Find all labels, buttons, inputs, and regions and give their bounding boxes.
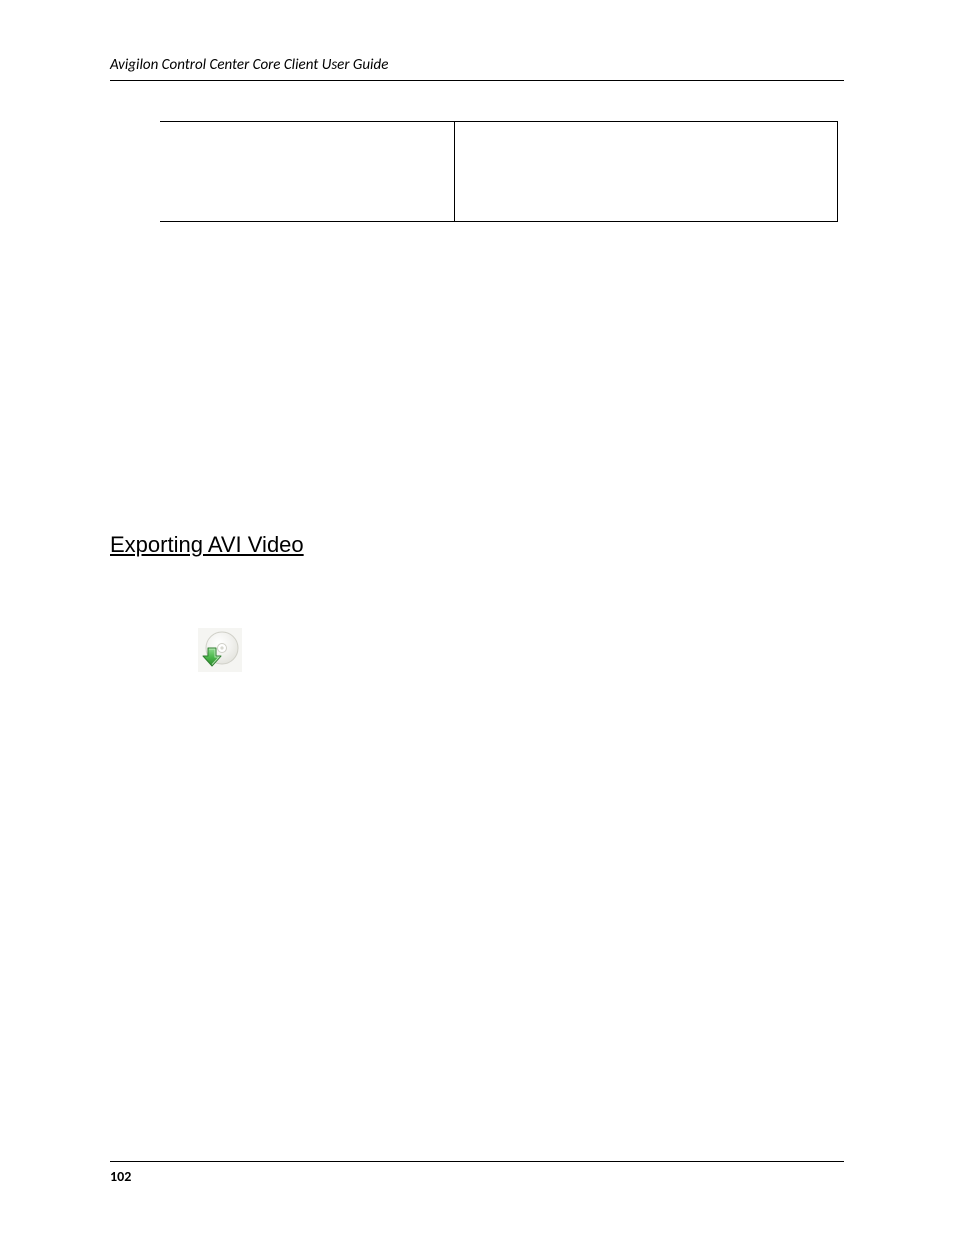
export-icon	[198, 628, 844, 672]
page: Avigilon Control Center Core Client User…	[0, 0, 954, 1235]
running-header: Avigilon Control Center Core Client User…	[110, 56, 844, 81]
options-table-fragment	[160, 121, 838, 222]
page-footer: 102	[110, 1161, 844, 1185]
section-heading-exporting-avi-video: Exporting AVI Video	[110, 532, 844, 558]
page-number: 102	[110, 1168, 131, 1185]
table-cell-right	[455, 122, 838, 222]
table-row	[160, 122, 838, 222]
step-icon-row	[198, 628, 844, 672]
table-cell-left	[160, 122, 455, 222]
